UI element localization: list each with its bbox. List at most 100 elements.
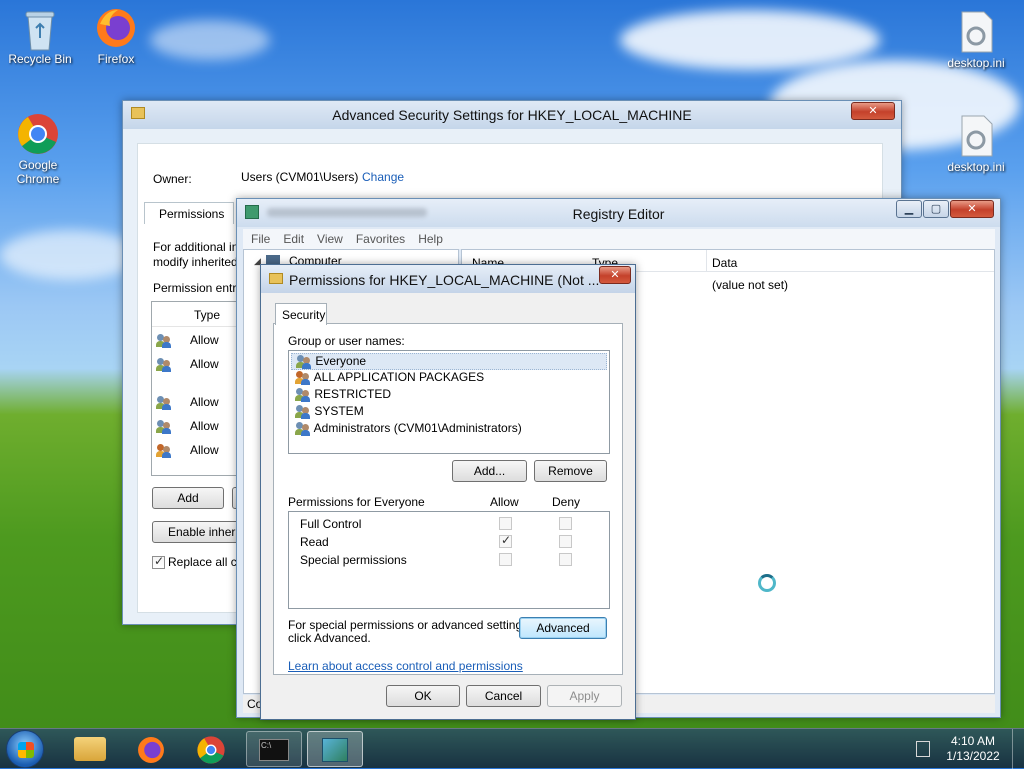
users-icon [295,387,311,402]
menu-view[interactable]: View [317,232,343,246]
users-icon [295,404,311,419]
app-packages-icon [156,443,172,458]
tab-permissions[interactable]: Permissions [144,202,234,224]
info-text-line1: For additional in [153,240,239,254]
desktop-icon-chrome[interactable]: Google Chrome [0,112,76,186]
desktop-icon-label: desktop.ini [947,56,1005,70]
user-list-item[interactable]: Administrators (CVM01\Administrators) [291,421,522,438]
ok-button[interactable]: OK [386,685,460,707]
cancel-button[interactable]: Cancel [466,685,541,707]
info-text-line2: modify inherited [153,255,238,269]
special-permissions-text-line2: click Advanced. [288,631,371,645]
owner-label: Owner: [153,172,192,186]
special-deny-checkbox[interactable] [559,553,572,566]
permission-name-special: Special permissions [300,553,407,567]
network-flag-icon[interactable] [916,741,930,757]
type-column-header: Type [194,308,221,322]
column-data[interactable]: Data [712,256,737,270]
user-list[interactable]: Everyone ALL APPLICATION PACKAGES RESTRI… [288,350,610,454]
command-prompt-icon: C:\ [259,739,289,761]
read-allow-checkbox[interactable]: ✓ [499,533,512,548]
users-icon [296,354,312,369]
users-icon [156,333,172,348]
add-user-button[interactable]: Add... [452,460,527,482]
registry-editor-title: Registry Editor [572,206,665,222]
users-icon [156,395,172,410]
close-button[interactable]: ✕ [851,102,895,120]
settings-file-icon [954,10,998,54]
add-entry-button[interactable]: Add [152,487,224,509]
value-data-cell[interactable]: (value not set) [712,278,788,292]
permission-entries-label: Permission entri [153,281,240,295]
firefox-icon [94,6,138,50]
taskbar-command-prompt[interactable]: C:\ [246,731,302,767]
advanced-security-titlebar[interactable]: Advanced Security Settings for HKEY_LOCA… [123,101,901,129]
clock[interactable]: 4:10 AM 1/13/2022 [940,734,1006,764]
settings-file-icon [954,114,998,158]
close-button[interactable]: ✕ [599,266,631,284]
windows-logo-icon [18,742,34,758]
maximize-button[interactable]: ▢ [923,200,949,218]
user-list-item[interactable]: RESTRICTED [291,387,391,404]
permissions-titlebar[interactable]: Permissions for HKEY_LOCAL_MACHINE (Not … [261,265,635,293]
replace-child-permissions-checkbox[interactable]: ✓ [152,554,165,569]
close-button[interactable]: ✕ [950,200,994,218]
desktop-icon-desktop-ini-2[interactable]: desktop.ini [938,114,1014,174]
read-deny-checkbox[interactable] [559,535,572,548]
user-list-item[interactable]: SYSTEM [291,404,364,421]
users-icon [156,357,172,372]
clock-time: 4:10 AM [950,734,996,748]
users-icon [295,421,311,436]
minimize-button[interactable]: ▁ [896,200,922,218]
busy-cursor-icon [758,574,776,592]
app-packages-icon [295,370,311,385]
menu-favorites[interactable]: Favorites [356,232,405,246]
show-desktop-button[interactable] [1012,729,1024,769]
taskbar: C:\ 4:10 AM 1/13/2022 [0,728,1024,769]
desktop-icon-firefox[interactable]: Firefox [78,6,154,66]
desktop-icon-desktop-ini-1[interactable]: desktop.ini [938,10,1014,70]
permission-entry-row[interactable]: Allow [156,419,219,434]
full-control-allow-checkbox[interactable] [499,517,512,530]
advanced-button[interactable]: Advanced [519,617,607,639]
taskbar-file-explorer[interactable] [62,731,118,767]
permission-entry-row[interactable]: Allow [156,443,219,458]
full-control-deny-checkbox[interactable] [559,517,572,530]
registry-menu-bar: File Edit View Favorites Help [243,229,995,249]
user-list-item[interactable]: ALL APPLICATION PACKAGES [291,370,484,387]
permissions-title: Permissions for HKEY_LOCAL_MACHINE (Not … [289,272,600,288]
permission-name-full-control: Full Control [300,517,362,531]
permission-entry-row[interactable]: Allow [156,357,219,372]
desktop-icon-label: Google Chrome [16,158,60,186]
change-owner-link[interactable]: Change [362,170,404,184]
taskbar-registry-editor[interactable] [307,731,363,767]
chrome-icon [197,736,225,764]
allow-column-header: Allow [490,495,519,509]
recycle-bin-icon [18,6,62,51]
firefox-icon [138,737,164,763]
taskbar-firefox[interactable] [124,731,180,767]
folder-icon [269,273,283,284]
menu-edit[interactable]: Edit [283,232,304,246]
tab-security[interactable]: Security [275,303,327,325]
menu-help[interactable]: Help [418,232,443,246]
learn-access-control-link[interactable]: Learn about access control and permissio… [288,659,523,673]
remove-user-button[interactable]: Remove [534,460,607,482]
registry-editor-icon [322,738,348,762]
registry-editor-titlebar[interactable]: Registry Editor ▁ ▢ ✕ [237,199,1000,227]
permission-entry-row[interactable]: Allow [156,395,219,410]
permission-name-read: Read [300,535,329,549]
advanced-security-title: Advanced Security Settings for HKEY_LOCA… [332,107,692,123]
special-allow-checkbox[interactable] [499,553,512,566]
replace-child-permissions-label: Replace all ch [168,555,244,569]
permissions-dialog: Permissions for HKEY_LOCAL_MACHINE (Not … [260,264,636,720]
user-list-item-everyone[interactable]: Everyone [291,353,607,370]
taskbar-chrome[interactable] [184,731,240,767]
desktop-icon-recycle-bin[interactable]: Recycle Bin [2,6,78,66]
permission-entry-row[interactable]: Allow [156,333,219,348]
apply-button[interactable]: Apply [547,685,622,707]
start-button[interactable] [6,730,44,768]
owner-value: Users (CVM01\Users) [241,170,359,184]
menu-file[interactable]: File [251,232,270,246]
permissions-list: Full Control Read ✓ Special permissions [288,511,610,609]
